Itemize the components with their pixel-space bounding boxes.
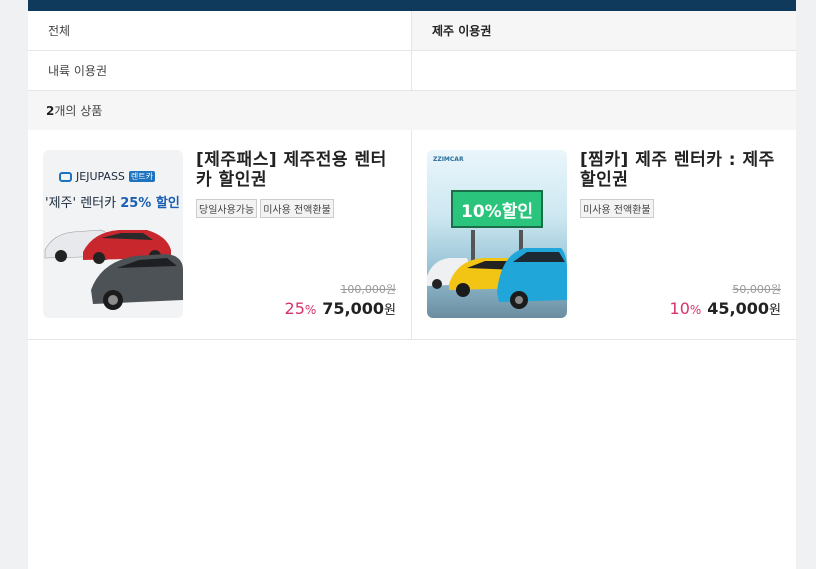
- page-container: 전체 제주 이용권 내륙 이용권 2 개의 상품 JEJUPASS 렌트카 '제주…: [28, 0, 796, 569]
- tab-jeju-label: 제주 이용권: [432, 24, 492, 38]
- tag-same-day: 당일사용가능: [196, 199, 258, 218]
- tab-all[interactable]: 전체: [28, 11, 412, 51]
- product-card[interactable]: JEJUPASS 렌트카 '제주' 렌터카 25% 할인 [제주패스] 제주전용…: [28, 130, 412, 339]
- original-price: 100,000원: [340, 283, 396, 296]
- top-bar: [28, 0, 796, 11]
- product-count-suffix: 개의 상품: [54, 104, 103, 118]
- product-card[interactable]: ZZIMCAR 10%할인 [찜카] 제주 렌터카: 제주 할인권 미사용 전…: [412, 130, 796, 339]
- discount-rate: 10%: [670, 299, 702, 318]
- sale-price: 45,000원: [707, 299, 781, 318]
- tab-all-label: 전체: [48, 24, 71, 38]
- sale-price-value: 45,000: [707, 299, 770, 318]
- price-box: 100,000원 25% 75,000원: [285, 281, 396, 318]
- product-list: JEJUPASS 렌트카 '제주' 렌터카 25% 할인 [제주패스] 제주전용…: [28, 130, 796, 340]
- tab-mainland-label: 내륙 이용권: [48, 64, 108, 78]
- tag-refund: 미사용 전액환불: [260, 199, 334, 218]
- category-tabs: 전체 제주 이용권 내륙 이용권: [28, 11, 796, 91]
- discount-rate-value: 10: [669, 299, 690, 318]
- original-price: 50,000원: [732, 283, 781, 296]
- tab-empty: [412, 51, 796, 91]
- currency: 원: [769, 303, 781, 318]
- product-title[interactable]: [찜카] 제주 렌터카 : 제주 할인권: [580, 150, 781, 190]
- percent-sign: %: [689, 303, 702, 317]
- price-box: 50,000원 10% 45,000원: [670, 281, 781, 318]
- currency: 원: [384, 303, 396, 318]
- grey-car: [91, 254, 183, 310]
- product-tags: 당일사용가능 미사용 전액환불: [196, 199, 396, 218]
- product-info: [찜카] 제주 렌터카 : 제주 할인권 미사용 전액환불 50,000원 10…: [580, 150, 781, 318]
- cars-illustration: [44, 229, 183, 310]
- tab-mainland[interactable]: 내륙 이용권: [28, 51, 412, 91]
- sale-price: 75,000원: [322, 299, 396, 318]
- percent-sign: %: [304, 303, 317, 317]
- price-line: 10% 45,000원: [670, 299, 781, 318]
- cars-illustration: [427, 248, 567, 309]
- discount-rate: 25%: [285, 299, 317, 318]
- product-tags: 미사용 전액환불: [580, 199, 781, 218]
- product-thumbnail[interactable]: ZZIMCAR 10%할인: [427, 150, 567, 318]
- product-count: 2 개의 상품: [28, 91, 796, 130]
- product-title[interactable]: [제주패스] 제주전용 렌터카 할인권: [196, 150, 396, 190]
- sale-price-value: 75,000: [322, 299, 385, 318]
- tab-jeju[interactable]: 제주 이용권: [412, 11, 796, 51]
- product-thumbnail[interactable]: JEJUPASS 렌트카 '제주' 렌터카 25% 할인: [43, 150, 183, 318]
- product-info: [제주패스] 제주전용 렌터카 할인권 당일사용가능 미사용 전액환불 100,…: [196, 150, 396, 318]
- price-line: 25% 75,000원: [285, 299, 396, 318]
- blue-suv: [497, 248, 567, 309]
- product-count-number: 2: [46, 103, 55, 118]
- discount-rate-value: 25: [284, 299, 305, 318]
- tag-refund: 미사용 전액환불: [580, 199, 654, 218]
